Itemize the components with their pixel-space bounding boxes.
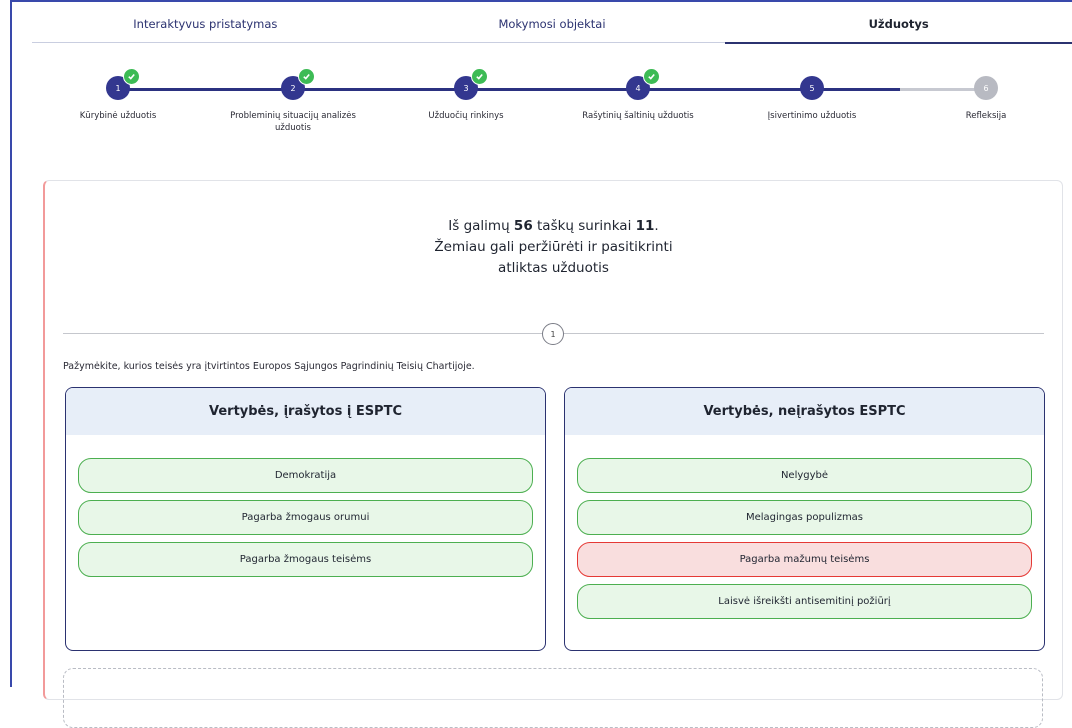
check-icon xyxy=(298,68,315,85)
score-line-3: atliktas užduotis xyxy=(498,260,609,276)
step-number: 2 xyxy=(290,83,296,93)
step-number-circle: 5 xyxy=(800,76,824,100)
step-2[interactable]: 2 Probleminių situacijų analizės užduoti… xyxy=(223,68,363,134)
step-label: Refleksija xyxy=(965,111,1007,121)
step-number: 5 xyxy=(809,83,815,93)
results-card: Iš galimų 56 taškų surinkai 11. Žemiau g… xyxy=(43,180,1063,728)
answer-chip-correct[interactable]: Demokratija xyxy=(78,458,533,493)
check-icon xyxy=(471,68,488,85)
step-number: 6 xyxy=(983,83,989,93)
drop-zone[interactable] xyxy=(63,668,1043,728)
step-label: Kūrybinė užduotis xyxy=(79,111,157,121)
step-6[interactable]: 6 Refleksija xyxy=(916,76,1056,122)
score-prefix: Iš galimų xyxy=(448,218,514,234)
step-label: Įsivertinimo užduotis xyxy=(767,111,857,121)
step-5[interactable]: 5 Įsivertinimo užduotis xyxy=(742,76,882,122)
step-1[interactable]: 1 Kūrybinė užduotis xyxy=(48,68,188,122)
score-summary: Iš galimų 56 taškų surinkai 11. Žemiau g… xyxy=(45,216,1062,279)
tab-label: Mokymosi objektai xyxy=(498,17,606,31)
tab-label: Interaktyvus pristatymas xyxy=(133,17,278,31)
max-points: 56 xyxy=(513,218,533,234)
step-number-circle: 2 xyxy=(281,68,315,100)
step-number-circle: 1 xyxy=(106,68,140,100)
answer-chip-correct[interactable]: Nelygybė xyxy=(577,458,1032,493)
question-text: Pažymėkite, kurios teisės yra įtvirtinto… xyxy=(63,361,475,372)
answer-chip-wrong[interactable]: Pagarba mažumų teisėms xyxy=(577,542,1032,577)
column-not-included: Vertybės, neįrašytos ESPTC Nelygybė Mela… xyxy=(564,387,1045,651)
step-number-circle: 6 xyxy=(974,76,998,100)
tab-tasks[interactable]: Užduotys xyxy=(725,0,1072,44)
score-line-1: Iš galimų 56 taškų surinkai 11. xyxy=(45,216,1062,237)
column-included: Vertybės, įrašytos į ESPTC Demokratija P… xyxy=(65,387,546,651)
step-label: Probleminių situacijų analizės užduotis xyxy=(230,111,356,133)
step-3[interactable]: 3 Užduočių rinkinys xyxy=(396,68,536,122)
answer-list: Demokratija Pagarba žmogaus orumui Pagar… xyxy=(66,435,545,577)
step-number: 1 xyxy=(115,83,121,93)
step-number-circle: 3 xyxy=(454,68,488,100)
step-number: 4 xyxy=(635,83,641,93)
score-suffix: . xyxy=(654,218,659,234)
tab-learning-objects[interactable]: Mokymosi objektai xyxy=(379,0,726,42)
task-stepper: 1 Kūrybinė užduotis 2 Probleminių situac… xyxy=(32,68,1072,156)
answer-list: Nelygybė Melagingas populizmas Pagarba m… xyxy=(565,435,1044,619)
answer-chip-correct[interactable]: Melagingas populizmas xyxy=(577,500,1032,535)
answer-chip-correct[interactable]: Pagarba žmogaus orumui xyxy=(78,500,533,535)
tab-interactive-presentation[interactable]: Interaktyvus pristatymas xyxy=(32,0,379,42)
check-icon xyxy=(643,68,660,85)
step-label: Užduočių rinkinys xyxy=(428,111,504,121)
score-line-2: Žemiau gali peržiūrėti ir pasitikrinti xyxy=(434,239,673,255)
column-title: Vertybės, įrašytos į ESPTC xyxy=(66,388,545,435)
step-number-circle: 4 xyxy=(626,68,660,100)
column-title: Vertybės, neįrašytos ESPTC xyxy=(565,388,1044,435)
answer-chip-correct[interactable]: Pagarba žmogaus teisėms xyxy=(78,542,533,577)
step-label: Rašytinių šaltinių užduotis xyxy=(582,111,694,121)
window-frame-left xyxy=(10,0,12,687)
check-icon xyxy=(123,68,140,85)
answer-chip-correct[interactable]: Laisvė išreikšti antisemitinį požiūrį xyxy=(577,584,1032,619)
question-number-badge: 1 xyxy=(542,323,564,345)
step-number: 3 xyxy=(463,83,469,93)
tab-label: Užduotys xyxy=(868,17,929,31)
score-middle: taškų surinkai xyxy=(532,218,636,234)
tab-bar: Interaktyvus pristatymas Mokymosi objekt… xyxy=(32,0,1072,44)
step-4[interactable]: 4 Rašytinių šaltinių užduotis xyxy=(568,68,708,122)
earned-points: 11 xyxy=(635,218,655,234)
